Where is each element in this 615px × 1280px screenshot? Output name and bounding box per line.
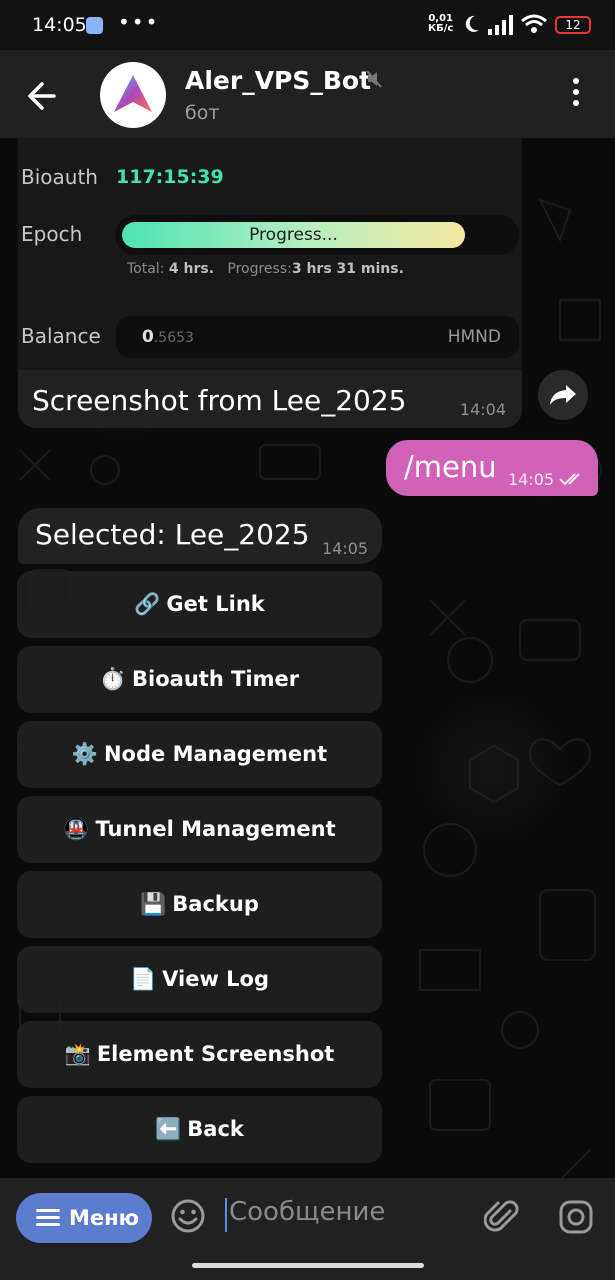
balance-integer: 0 (142, 327, 154, 347)
progress-label: Progress: (227, 261, 292, 277)
epoch-detail: Total: 4 hrs. Progress:3 hrs 31 mins. (127, 261, 404, 277)
get-link-button[interactable]: 🔗 Get Link (17, 571, 382, 638)
message-input[interactable]: Сообщение (229, 1197, 385, 1227)
more-notifications-icon: ••• (118, 10, 160, 34)
forward-arrow-icon (550, 385, 576, 405)
battery-indicator: 12 (555, 16, 591, 34)
screenshot-image[interactable]: Bioauth 117:15:39 Epoch Progress... Tota… (18, 138, 522, 370)
forward-button[interactable] (538, 370, 588, 420)
bioauth-timer-button[interactable]: ⏱️ Bioauth Timer (17, 646, 382, 713)
status-bar: 14:05 ••• 0,01 КБ/с 12 (0, 0, 615, 50)
node-management-label: Node Management (103, 742, 328, 766)
hamburger-icon (36, 1209, 60, 1227)
telegram-notification-icon (86, 17, 103, 34)
chat-subtitle: бот (185, 102, 220, 124)
view-log-button[interactable]: 📄 View Log (17, 946, 382, 1013)
outgoing-message[interactable]: /menu 14:05 (386, 440, 598, 496)
tunnel-management-button[interactable]: 🚇 Tunnel Management (17, 796, 382, 863)
bioauth-timer-label: Bioauth Timer (132, 667, 300, 691)
view-log-label: View Log (162, 967, 270, 991)
outgoing-message-text: /menu (404, 450, 497, 484)
balance-value: 0.5653 (142, 327, 194, 347)
element-screenshot-label: Element Screenshot (96, 1042, 335, 1066)
network-speed-unit: КБ/с (428, 23, 454, 34)
do-not-disturb-icon (465, 15, 479, 32)
stopwatch-icon: ⏱️ (99, 667, 127, 691)
total-label: Total: (127, 261, 165, 277)
incoming-message[interactable]: Selected: Lee_2025 14:05 (18, 508, 382, 564)
epoch-progress-text: Progress... (249, 225, 338, 245)
node-management-button[interactable]: ⚙️ Node Management (17, 721, 382, 788)
tunnel-management-label: Tunnel Management (95, 817, 336, 841)
message-time: 14:04 (459, 400, 506, 419)
metro-icon: 🚇 (63, 817, 90, 841)
status-time: 14:05 (32, 14, 87, 36)
bot-logo-icon (114, 75, 152, 112)
instant-camera-icon[interactable] (558, 1199, 594, 1235)
balance-label: Balance (21, 324, 101, 348)
gear-icon: ⚙️ (71, 742, 98, 766)
link-icon: 🔗 (134, 592, 161, 616)
progress-value: 3 hrs 31 mins. (291, 261, 404, 277)
back-button[interactable]: ⬅️ Back (17, 1096, 382, 1163)
screenshot-message[interactable]: Bioauth 117:15:39 Epoch Progress... Tota… (18, 138, 522, 428)
network-speed: 0,01 КБ/с (428, 14, 453, 34)
emoji-icon[interactable] (170, 1198, 206, 1234)
epoch-progress-track: Progress... (115, 215, 519, 255)
muted-icon (366, 70, 382, 88)
balance-unit: HMND (447, 327, 501, 347)
bot-menu-button[interactable]: Меню (16, 1193, 152, 1243)
balance-box: 0.5653 HMND (116, 316, 519, 358)
cellular-signal-icon (488, 15, 513, 35)
message-time: 14:05 (322, 539, 369, 558)
bioauth-value: 117:15:39 (116, 166, 224, 188)
message-time: 14:05 (508, 470, 555, 489)
total-value: 4 hrs. (168, 261, 215, 277)
floppy-disk-icon: 💾 (140, 892, 167, 916)
home-indicator[interactable] (192, 1263, 424, 1268)
chat-title[interactable]: Aler_VPS_Bot (185, 66, 371, 95)
balance-decimal: .5653 (153, 330, 194, 346)
back-arrow-icon[interactable] (24, 78, 64, 114)
backup-button[interactable]: 💾 Backup (17, 871, 382, 938)
document-icon: 📄 (129, 967, 157, 991)
bioauth-label: Bioauth (21, 165, 98, 189)
chat-header: Aler_VPS_Bot бот (0, 50, 615, 138)
element-screenshot-button[interactable]: 📸 Element Screenshot (17, 1021, 382, 1088)
camera-flash-icon: 📸 (64, 1042, 91, 1066)
left-arrow-icon: ⬅️ (155, 1117, 182, 1141)
bot-menu-label: Меню (69, 1206, 140, 1230)
read-checkmarks-icon (559, 473, 580, 486)
paperclip-icon[interactable] (484, 1199, 520, 1235)
epoch-label: Epoch (21, 222, 83, 246)
wifi-icon (521, 14, 547, 33)
incoming-message-text: Selected: Lee_2025 (35, 518, 310, 551)
back-label: Back (187, 1117, 244, 1141)
text-cursor (225, 1198, 227, 1232)
backup-label: Backup (172, 892, 259, 916)
get-link-label: Get Link (166, 592, 265, 616)
screenshot-caption: Screenshot from Lee_2025 (32, 384, 407, 417)
bot-avatar[interactable] (100, 62, 166, 128)
more-options-icon[interactable] (566, 78, 586, 110)
